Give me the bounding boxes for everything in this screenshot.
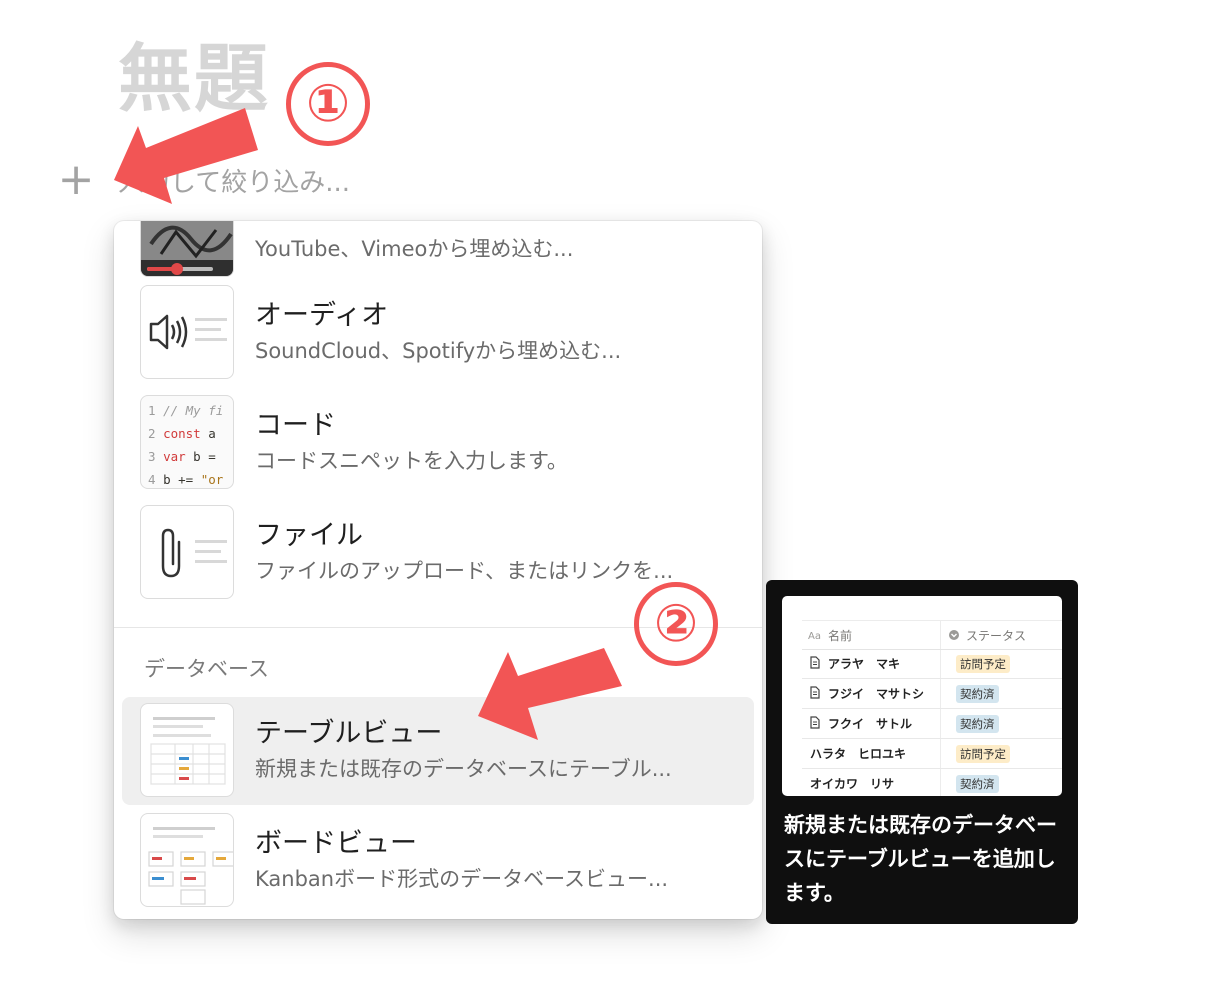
- table-view-thumbnail: [140, 703, 234, 797]
- text-property-icon: Aa: [808, 631, 821, 641]
- row-name: オイカワ リサ: [810, 777, 895, 791]
- status-badge: 契約済: [956, 715, 999, 733]
- status-property-icon: [949, 630, 959, 640]
- menu-item-desc: ファイルのアップロード、またはリンクを...: [255, 559, 674, 583]
- row-name: ハラタ ヒロユキ: [810, 747, 907, 761]
- annotation-number-2: ②: [634, 582, 718, 666]
- video-thumbnail: [140, 221, 234, 277]
- menu-item-audio[interactable]: オーディオ SoundCloud、Spotifyから埋め込む...: [122, 279, 754, 387]
- menu-item-title: コード: [255, 410, 336, 441]
- table-header: Aa 名前 ステータス: [802, 620, 1062, 650]
- page-icon: [810, 686, 820, 699]
- tooltip-text: 新規または既存のデータベースにテーブルビューを追加します。: [784, 813, 1057, 905]
- table-view-tooltip: Aa 名前 ステータス アラヤ マキ 訪問予定 フジイ マサトシ 契約済 フクイ…: [766, 580, 1078, 924]
- speaker-icon: [149, 314, 169, 350]
- menu-item-title: ボードビュー: [255, 828, 417, 859]
- paperclip-icon: [161, 528, 181, 578]
- page-title[interactable]: 無題: [118, 42, 270, 116]
- page-icon: [810, 656, 820, 669]
- menu-item-desc: コードスニペットを入力します。: [255, 449, 568, 473]
- table-row: オイカワ リサ 契約済: [802, 768, 1062, 796]
- section-label-database: データベース: [144, 657, 269, 681]
- col-name-header: 名前: [828, 629, 853, 643]
- search-input[interactable]: [118, 165, 538, 201]
- audio-thumbnail: [140, 285, 234, 379]
- status-badge: 契約済: [956, 775, 999, 793]
- menu-item-title: テーブルビュー: [255, 718, 443, 749]
- status-badge: 訪問予定: [956, 655, 1010, 673]
- menu-item-desc: 新規または既存のデータベースにテーブル...: [255, 757, 672, 781]
- block-menu: YouTube、Vimeoから埋め込む... オーディオ SoundCloud、…: [114, 221, 762, 919]
- page-icon: [810, 716, 820, 729]
- annotation-number-1: ①: [286, 62, 370, 146]
- menu-item-desc: SoundCloud、Spotifyから埋め込む...: [255, 339, 622, 363]
- table-row: フクイ サトル 契約済: [802, 708, 1062, 739]
- table-row: フジイ マサトシ 契約済: [802, 678, 1062, 709]
- row-name: フクイ サトル: [828, 717, 913, 731]
- plus-icon[interactable]: +: [56, 158, 96, 202]
- menu-item-desc: YouTube、Vimeoから埋め込む...: [255, 237, 574, 261]
- status-badge: 訪問予定: [956, 745, 1010, 763]
- file-thumbnail: [140, 505, 234, 599]
- menu-item-video[interactable]: YouTube、Vimeoから埋め込む...: [122, 221, 754, 285]
- menu-item-title: ファイル: [255, 520, 363, 551]
- row-name: アラヤ マキ: [828, 657, 901, 671]
- menu-item-board-view[interactable]: ボードビュー Kanbanボード形式のデータベースビュー...: [122, 807, 754, 915]
- table-preview: Aa 名前 ステータス アラヤ マキ 訪問予定 フジイ マサトシ 契約済 フクイ…: [782, 596, 1062, 796]
- board-view-thumbnail: [140, 813, 234, 907]
- row-name: フジイ マサトシ: [828, 687, 925, 701]
- svg-text:Aa: Aa: [808, 631, 821, 641]
- table-row: ハラタ ヒロユキ 訪問予定: [802, 738, 1062, 769]
- table-row: アラヤ マキ 訪問予定: [802, 648, 1062, 679]
- menu-item-table-view[interactable]: テーブルビュー 新規または既存のデータベースにテーブル...: [122, 697, 754, 805]
- col-status-header: ステータス: [966, 629, 1027, 643]
- code-thumbnail: 1 // My fi 2 const a 3 var b = 4 b += "o…: [140, 395, 234, 489]
- menu-item-code[interactable]: 1 // My fi 2 const a 3 var b = 4 b += "o…: [122, 389, 754, 497]
- status-badge: 契約済: [956, 685, 999, 703]
- menu-item-desc: Kanbanボード形式のデータベースビュー...: [255, 867, 669, 891]
- menu-item-title: オーディオ: [255, 300, 389, 331]
